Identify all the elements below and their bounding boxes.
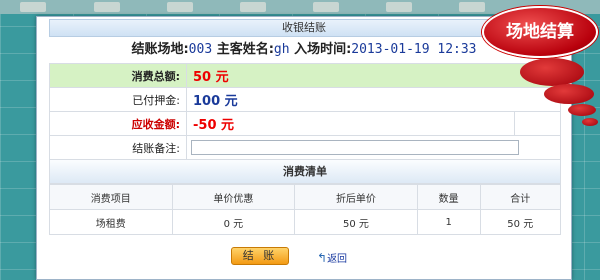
cell-discount: 0 元 <box>171 209 296 235</box>
background-button <box>386 2 412 12</box>
background-button <box>20 2 46 12</box>
note-row: 结账备注: <box>49 135 561 160</box>
column-header-item: 消费项目 <box>49 184 173 210</box>
venue-settlement-badge: 场地结算 <box>482 6 598 58</box>
cell-subtotal: 50 元 <box>479 209 562 235</box>
total-value: 50 元 <box>186 63 561 88</box>
table-row: 场租费 0 元 50 元 1 50 元 <box>49 209 562 235</box>
background-button <box>459 2 485 12</box>
checkout-info: 结账场地:003 主客姓名:gh 入场时间:2013-01-19 12:33 <box>49 37 559 63</box>
customer-label: 主客姓名: <box>216 42 274 57</box>
entry-time-value: 2013-01-19 12:33 <box>351 42 477 57</box>
decorative-blob <box>544 84 594 104</box>
amount-due-row: 应收金额: -50 元 <box>49 111 561 136</box>
deposit-label: 已付押金: <box>49 87 187 112</box>
customer-value: gh <box>273 42 290 57</box>
background-button <box>240 2 266 12</box>
note-input[interactable] <box>191 140 519 155</box>
deposit-row: 已付押金: 100 元 <box>49 87 561 112</box>
note-cell <box>186 135 561 160</box>
column-header-discounted-price: 折后单价 <box>294 184 418 210</box>
cell-discounted-price: 50 元 <box>294 209 418 235</box>
cell-quantity: 1 <box>416 209 481 235</box>
back-link-label: 返回 <box>327 254 348 265</box>
amount-due-spacer <box>514 111 561 136</box>
background-button <box>167 2 193 12</box>
consumption-header-row: 消费项目 单价优惠 折后单价 数量 合计 <box>49 184 562 210</box>
entry-time-label: 入场时间: <box>294 42 352 57</box>
cell-item: 场租费 <box>49 209 173 235</box>
note-label: 结账备注: <box>49 135 187 160</box>
field-label: 结账场地: <box>131 42 189 57</box>
consumption-title: 消费清单 <box>49 160 561 184</box>
checkout-button[interactable]: 结 账 <box>231 247 289 265</box>
checkout-form: 消费总额: 50 元 已付押金: 100 元 应收金额: -50 元 结账备注: <box>49 63 561 160</box>
decorative-blob <box>568 104 596 116</box>
back-arrow-icon: ↰ <box>317 251 328 265</box>
amount-due-value: -50 元 <box>186 111 515 136</box>
column-header-discount: 单价优惠 <box>171 184 296 210</box>
decorative-blob <box>520 58 584 86</box>
total-row: 消费总额: 50 元 <box>49 63 561 88</box>
amount-due-label: 应收金额: <box>49 111 187 136</box>
back-link[interactable]: ↰返回 <box>317 250 347 265</box>
column-header-subtotal: 合计 <box>479 184 562 210</box>
consumption-table: 消费项目 单价优惠 折后单价 数量 合计 场租费 0 元 50 元 1 50 元 <box>49 184 562 235</box>
field-value: 003 <box>188 42 213 57</box>
checkout-dialog: 收银结账 结账场地:003 主客姓名:gh 入场时间:2013-01-19 12… <box>36 16 572 280</box>
background-button <box>94 2 120 12</box>
deposit-value: 100 元 <box>186 87 561 112</box>
background-button <box>313 2 339 12</box>
total-label: 消费总额: <box>49 63 187 88</box>
column-header-quantity: 数量 <box>416 184 481 210</box>
decorative-blob <box>582 118 598 126</box>
